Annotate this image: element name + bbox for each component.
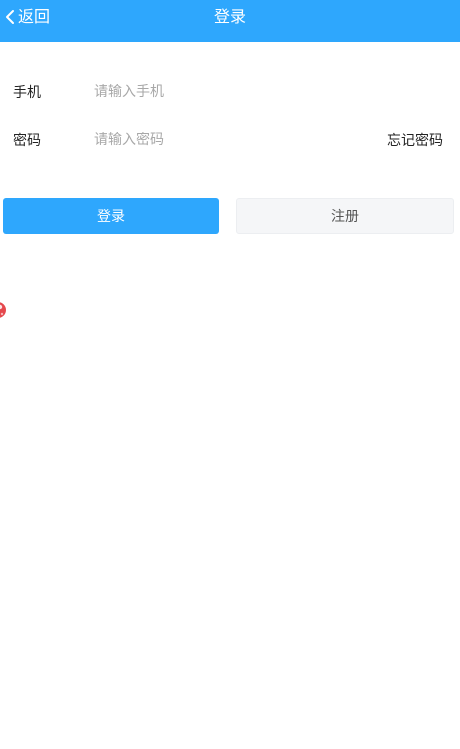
login-button[interactable]: 登录 xyxy=(3,198,219,234)
page-title: 登录 xyxy=(213,7,246,26)
password-input[interactable] xyxy=(94,132,314,148)
phone-input[interactable] xyxy=(94,84,314,100)
red-badge-icon xyxy=(0,300,8,328)
password-row: 密码 忘记密码 xyxy=(0,116,460,164)
password-label: 密码 xyxy=(13,133,41,149)
app-header: 返回 登录 xyxy=(0,0,460,42)
phone-label: 手机 xyxy=(13,85,41,101)
forgot-password-link[interactable]: 忘记密码 xyxy=(387,130,443,150)
floating-widget[interactable] xyxy=(0,296,8,324)
phone-row: 手机 xyxy=(0,68,460,116)
register-button[interactable]: 注册 xyxy=(236,198,454,234)
